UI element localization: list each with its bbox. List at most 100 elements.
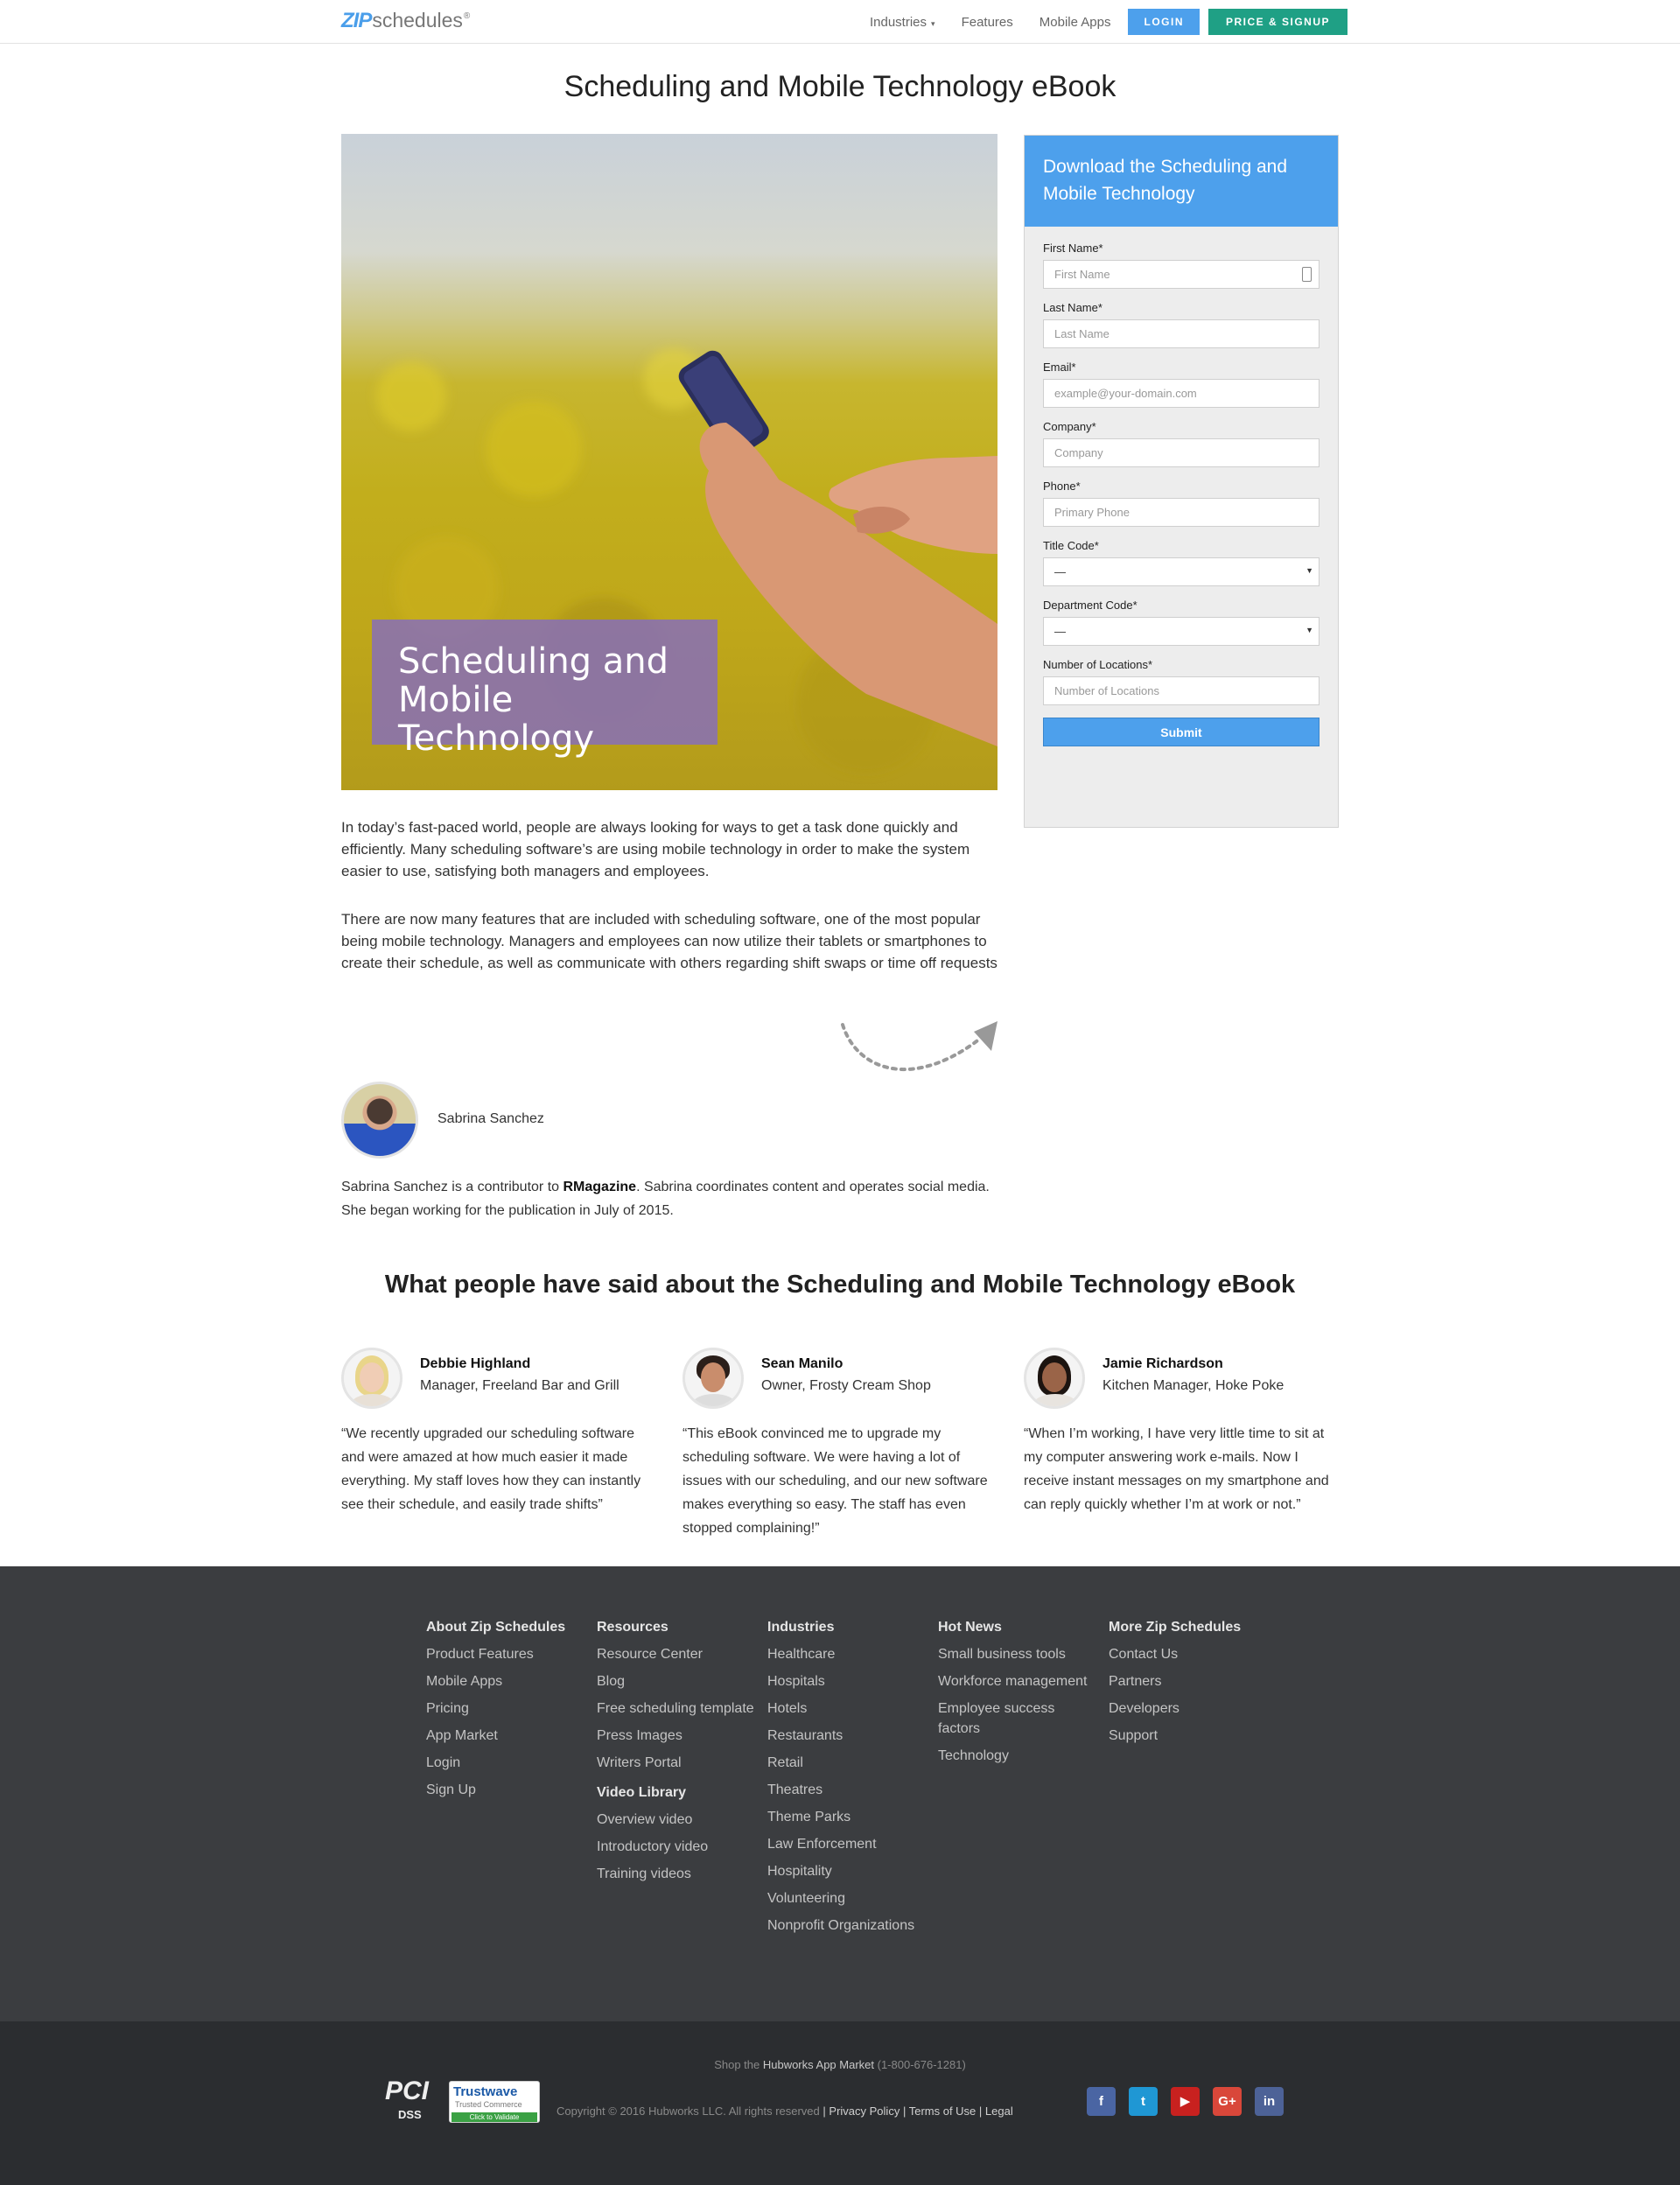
footer-link[interactable]: Workforce management <box>938 1671 1100 1691</box>
legal-link[interactable]: Legal <box>985 2104 1013 2118</box>
last-name-placeholder: Last Name <box>1054 327 1110 340</box>
facebook-icon[interactable]: f <box>1087 2087 1116 2116</box>
first-name-field: First Name* First Name <box>1043 242 1320 289</box>
zip-schedules-logo[interactable]: ZIP schedules ® <box>341 9 470 35</box>
trustwave-badge[interactable]: Trustwave Trusted Commerce Click to Vali… <box>449 2081 540 2123</box>
dropdown-arrow-icon: ▼ <box>1306 566 1313 575</box>
footer-link[interactable]: Introductory video <box>597 1837 759 1857</box>
terms-of-use-link[interactable]: Terms of Use <box>909 2104 976 2118</box>
email-placeholder: example@your-domain.com <box>1054 387 1197 400</box>
click-to-validate-text: Click to Validate <box>452 2112 537 2122</box>
title-code-label: Title Code* <box>1043 539 1099 552</box>
dashed-arrow-icon <box>841 1021 998 1071</box>
title-code-value: — <box>1054 565 1066 578</box>
last-name-field: Last Name* Last Name <box>1043 301 1320 348</box>
youtube-icon[interactable]: ▶ <box>1171 2087 1200 2116</box>
footer-link[interactable]: Hospitals <box>767 1671 929 1691</box>
footer-link[interactable]: Restaurants <box>767 1726 929 1746</box>
footer-link[interactable]: Sign Up <box>426 1780 588 1800</box>
phone-placeholder: Primary Phone <box>1054 506 1130 519</box>
footer-link[interactable]: Law Enforcement <box>767 1834 929 1854</box>
footer-link[interactable]: Developers <box>1109 1698 1270 1719</box>
first-name-placeholder: First Name <box>1054 268 1110 281</box>
submit-button[interactable]: Submit <box>1043 718 1320 746</box>
footer-link[interactable]: Free scheduling template <box>597 1698 759 1719</box>
footer-link[interactable]: Writers Portal <box>597 1753 759 1773</box>
footer-link[interactable]: Volunteering <box>767 1888 929 1908</box>
testimonial-name: Sean Manilo <box>761 1356 844 1371</box>
testimonial-role: Manager, Freeland Bar and Grill <box>420 1378 620 1393</box>
footer-col-title: More Zip Schedules <box>1109 1620 1242 1635</box>
footer-link[interactable]: Partners <box>1109 1671 1270 1691</box>
nav-features[interactable]: Features <box>962 15 1013 30</box>
nav-industries[interactable]: Industries ▾ <box>870 15 935 30</box>
email-input[interactable]: example@your-domain.com <box>1043 379 1320 408</box>
footer-link[interactable]: Retail <box>767 1753 929 1773</box>
login-button[interactable]: LOGIN <box>1128 9 1200 35</box>
phone-label: Phone* <box>1043 480 1081 493</box>
footer-link[interactable]: Theatres <box>767 1780 929 1800</box>
testimonial-avatar <box>1024 1348 1085 1409</box>
testimonial-quote: “When I’m working, I have very little ti… <box>1024 1426 1329 1512</box>
footer-link[interactable]: Nonprofit Organizations <box>767 1915 929 1936</box>
intro-paragraph-1: In today’s fast-paced world, people are … <box>341 819 970 879</box>
email-label: Email* <box>1043 361 1076 374</box>
footer-link[interactable]: Contact Us <box>1109 1644 1270 1664</box>
footer-link[interactable]: Blog <box>597 1671 759 1691</box>
footer-link[interactable]: Pricing <box>426 1698 588 1719</box>
footer-link[interactable]: Support <box>1109 1726 1270 1746</box>
locations-input[interactable]: Number of Locations <box>1043 676 1320 705</box>
footer-link[interactable]: Overview video <box>597 1810 759 1830</box>
author-bio-magazine: RMagazine <box>563 1180 637 1194</box>
shop-prefix: Shop the <box>714 2058 763 2071</box>
footer-col-title-video: Video Library <box>597 1785 686 1800</box>
company-input[interactable]: Company <box>1043 438 1320 467</box>
testimonials-title: What people have said about the Scheduli… <box>384 1271 1296 1299</box>
footer-link[interactable]: Employee success factors <box>938 1698 1100 1739</box>
title-code-field: Title Code* — ▼ <box>1043 539 1320 586</box>
googleplus-icon[interactable]: G+ <box>1213 2087 1242 2116</box>
last-name-input[interactable]: Last Name <box>1043 319 1320 348</box>
privacy-policy-link[interactable]: Privacy Policy <box>829 2104 900 2118</box>
footer-link[interactable]: Press Images <box>597 1726 759 1746</box>
footer-link[interactable]: Training videos <box>597 1864 759 1884</box>
linkedin-icon[interactable]: in <box>1255 2087 1284 2116</box>
locations-label: Number of Locations* <box>1043 658 1153 671</box>
phone-input[interactable]: Primary Phone <box>1043 498 1320 527</box>
first-name-label: First Name* <box>1043 242 1103 255</box>
footer-link[interactable]: Product Features <box>426 1644 588 1664</box>
testimonial-name: Jamie Richardson <box>1102 1356 1223 1371</box>
caret-down-icon: ▾ <box>931 18 935 28</box>
company-placeholder: Company <box>1054 446 1103 459</box>
company-field: Company* Company <box>1043 420 1320 467</box>
app-market-link[interactable]: Hubworks App Market <box>763 2058 874 2071</box>
footer-link[interactable]: Technology <box>938 1746 1100 1766</box>
footer-link[interactable]: Resource Center <box>597 1644 759 1664</box>
last-name-label: Last Name* <box>1043 301 1102 314</box>
twitter-icon[interactable]: t <box>1129 2087 1158 2116</box>
top-header: ZIP schedules ® Industries ▾ Features Mob… <box>0 0 1680 44</box>
logo-registered-mark: ® <box>463 11 471 21</box>
first-name-input[interactable]: First Name <box>1043 260 1320 289</box>
footer-link[interactable]: Mobile Apps <box>426 1671 588 1691</box>
price-signup-button[interactable]: PRICE & SIGNUP <box>1208 9 1348 35</box>
department-code-select[interactable]: — ▼ <box>1043 617 1320 646</box>
title-code-select[interactable]: — ▼ <box>1043 557 1320 586</box>
nav-mobile-apps[interactable]: Mobile Apps <box>1040 15 1111 30</box>
author-name: Sabrina Sanchez <box>438 1111 544 1126</box>
download-form: Download the Scheduling and Mobile Techn… <box>1024 135 1339 828</box>
testimonial-avatar <box>341 1348 402 1409</box>
form-heading: Download the Scheduling and Mobile Techn… <box>1025 136 1338 227</box>
footer-link[interactable]: App Market <box>426 1726 588 1746</box>
footer-link[interactable]: Healthcare <box>767 1644 929 1664</box>
footer-link[interactable]: Hospitality <box>767 1861 929 1881</box>
autofill-contact-icon[interactable] <box>1302 267 1312 282</box>
app-market-line: Shop the Hubworks App Market (1-800-676-… <box>0 2058 1680 2071</box>
footer-link[interactable]: Login <box>426 1753 588 1773</box>
locations-placeholder: Number of Locations <box>1054 684 1159 697</box>
copyright-line: Copyright © 2016 Hubworks LLC. All right… <box>556 2104 1013 2118</box>
footer-link[interactable]: Small business tools <box>938 1644 1100 1664</box>
footer-link[interactable]: Hotels <box>767 1698 929 1719</box>
footer-link[interactable]: Theme Parks <box>767 1807 929 1827</box>
testimonial-name: Debbie Highland <box>420 1356 531 1371</box>
